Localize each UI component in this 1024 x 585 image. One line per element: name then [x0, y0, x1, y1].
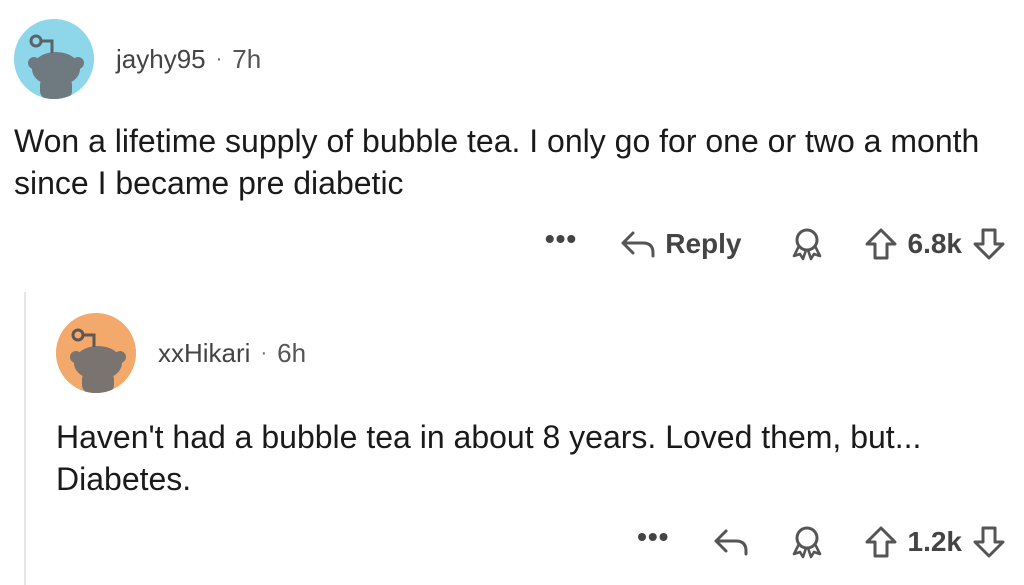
upvote-button[interactable] [864, 525, 898, 559]
reply-comment: xxHikari · 6h Haven't had a bubble tea i… [56, 312, 1014, 564]
username[interactable]: jayhy95 [116, 44, 206, 75]
comment-text: Haven't had a bubble tea in about 8 year… [56, 419, 922, 497]
vote-score: 1.2k [907, 526, 963, 557]
avatar[interactable] [56, 313, 136, 393]
comment: jayhy95 · 7h Won a lifetime supply of bu… [14, 18, 1014, 266]
reply-arrow-icon [712, 526, 750, 558]
reply-label: Reply [665, 228, 742, 259]
timestamp: 7h [232, 43, 262, 74]
comment-text: Won a lifetime supply of bubble tea. I o… [14, 123, 980, 201]
reply-button[interactable] [712, 526, 750, 558]
snoo-avatar-icon [56, 313, 136, 393]
comment-header: xxHikari · 6h [56, 312, 1014, 394]
comment-actions: ••• 1.2k [56, 520, 1014, 564]
award-icon [788, 524, 826, 560]
comment-actions: ••• Reply 6.8k [14, 222, 1014, 266]
comment-header: jayhy95 · 7h [14, 18, 1014, 100]
meta-separator: · [260, 341, 268, 364]
downvote-arrow-icon [972, 525, 1006, 559]
more-options-button[interactable]: ••• [545, 225, 577, 256]
downvote-arrow-icon [972, 227, 1006, 261]
timestamp: 6h [277, 337, 307, 368]
downvote-button[interactable] [972, 227, 1006, 261]
upvote-arrow-icon [864, 227, 898, 261]
snoo-avatar-icon [14, 19, 94, 99]
award-button[interactable] [788, 524, 826, 560]
vote-score: 6.8k [907, 228, 963, 259]
avatar[interactable] [14, 19, 94, 99]
meta-separator: · [215, 47, 223, 70]
upvote-button[interactable] [864, 227, 898, 261]
downvote-button[interactable] [972, 525, 1006, 559]
username[interactable]: xxHikari [158, 338, 250, 369]
comment-meta: xxHikari · 6h [158, 338, 306, 369]
upvote-arrow-icon [864, 525, 898, 559]
reply-button[interactable]: Reply [619, 228, 742, 260]
award-icon [788, 226, 826, 262]
more-options-button[interactable]: ••• [637, 523, 669, 554]
comment-meta: jayhy95 · 7h [116, 44, 261, 75]
thread-line[interactable] [24, 292, 26, 585]
reply-arrow-icon [619, 228, 657, 260]
award-button[interactable] [788, 226, 826, 262]
